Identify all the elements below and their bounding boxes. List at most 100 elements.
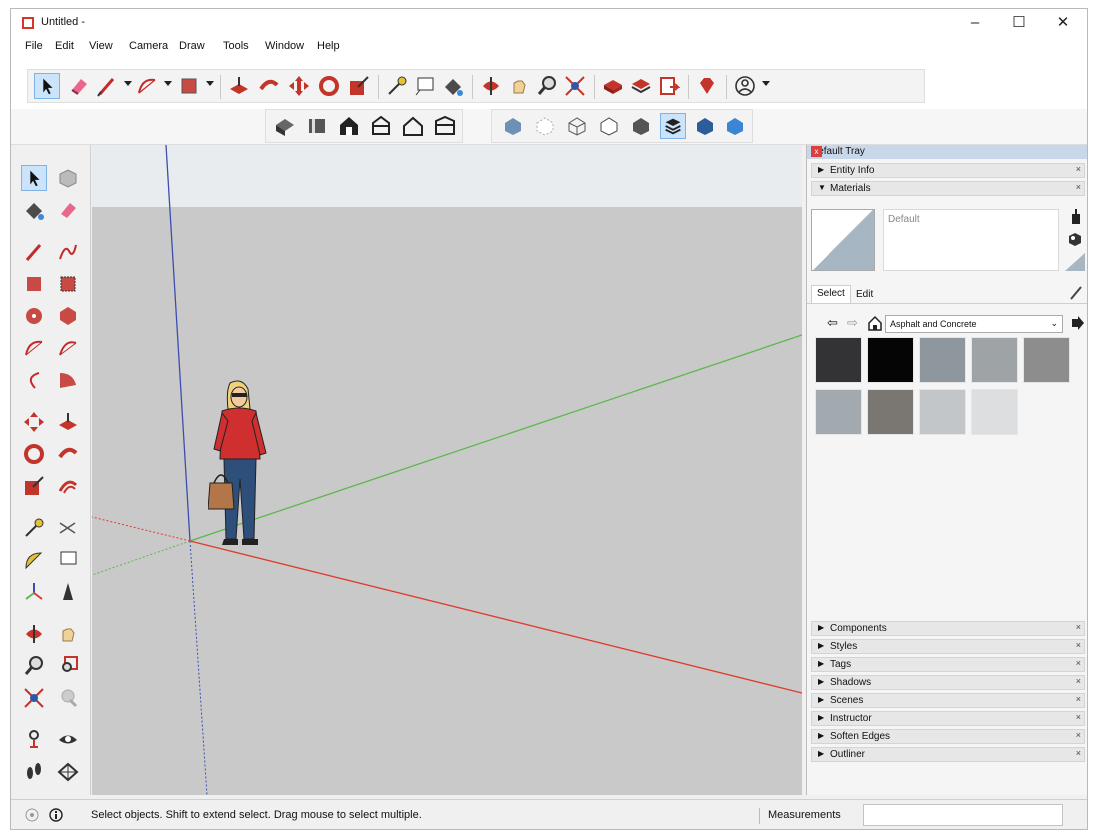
move-large-button[interactable] bbox=[21, 409, 47, 435]
follow-me-tool-button[interactable] bbox=[256, 73, 282, 99]
rectangle-dropdown-icon[interactable] bbox=[206, 81, 214, 86]
push-pull-tool-button[interactable] bbox=[226, 73, 252, 99]
hidden-line-button[interactable] bbox=[596, 113, 622, 139]
rectangle-tool-button[interactable] bbox=[176, 73, 202, 99]
iso-view-button[interactable] bbox=[272, 113, 298, 139]
material-swatch[interactable] bbox=[971, 337, 1018, 383]
rotated-rectangle-large-button[interactable] bbox=[55, 271, 81, 297]
in-model-home-icon[interactable] bbox=[867, 315, 883, 331]
polygon-large-button[interactable] bbox=[55, 303, 81, 329]
look-around-large-button[interactable] bbox=[55, 727, 81, 753]
pan-tool-button[interactable] bbox=[506, 73, 532, 99]
pan-large-button[interactable] bbox=[55, 621, 81, 647]
menu-tools[interactable]: Tools bbox=[223, 40, 249, 52]
panel-close-icon[interactable]: × bbox=[1076, 730, 1081, 740]
monochrome-button[interactable] bbox=[692, 113, 718, 139]
profile-button[interactable] bbox=[732, 73, 758, 99]
freehand-large-button[interactable] bbox=[55, 239, 81, 265]
back-arrow-icon[interactable]: ⇦ bbox=[827, 315, 838, 331]
menu-file[interactable]: File bbox=[25, 40, 43, 52]
material-swatch[interactable] bbox=[971, 389, 1018, 435]
text-large-button[interactable] bbox=[55, 547, 81, 573]
panel-close-icon[interactable]: × bbox=[1076, 712, 1081, 722]
back-edges-button[interactable] bbox=[532, 113, 558, 139]
protractor-large-button[interactable] bbox=[21, 547, 47, 573]
rotate-large-button[interactable] bbox=[21, 441, 47, 467]
profile-dropdown-icon[interactable] bbox=[762, 81, 770, 86]
make-component-button[interactable] bbox=[55, 165, 81, 191]
menu-help[interactable]: Help bbox=[317, 40, 340, 52]
material-name-field[interactable]: Default bbox=[883, 209, 1059, 271]
model-viewport[interactable] bbox=[92, 145, 802, 795]
panel-scenes[interactable]: ▶ Scenes × bbox=[811, 693, 1085, 708]
panel-instructor[interactable]: ▶ Instructor × bbox=[811, 711, 1085, 726]
tab-select[interactable]: Select bbox=[811, 285, 851, 303]
line-large-button[interactable] bbox=[21, 239, 47, 265]
create-material-icon[interactable] bbox=[1069, 209, 1083, 225]
rectangle-large-button[interactable] bbox=[21, 271, 47, 297]
panel-components[interactable]: ▶ Components × bbox=[811, 621, 1085, 636]
walk-large-button[interactable] bbox=[21, 759, 47, 785]
2-point-arc-large-button[interactable] bbox=[55, 335, 81, 361]
arc-dropdown-icon[interactable] bbox=[164, 81, 172, 86]
zoom-extents-large-button[interactable] bbox=[21, 685, 47, 711]
xray-button[interactable] bbox=[500, 113, 526, 139]
menu-edit[interactable]: Edit bbox=[55, 40, 74, 52]
zoom-extents-tool-button[interactable] bbox=[562, 73, 588, 99]
orbit-large-button[interactable] bbox=[21, 621, 47, 647]
panel-close-icon[interactable]: × bbox=[1076, 622, 1081, 632]
orbit-tool-button[interactable] bbox=[478, 73, 504, 99]
dimension-large-button[interactable] bbox=[55, 515, 81, 541]
panel-close-icon[interactable]: × bbox=[1076, 676, 1081, 686]
measurements-input[interactable] bbox=[863, 804, 1063, 826]
layout-button[interactable] bbox=[656, 73, 682, 99]
tray-close-button[interactable]: x bbox=[811, 146, 822, 157]
select-tool-button[interactable] bbox=[34, 73, 60, 99]
panel-outliner[interactable]: ▶ Outliner × bbox=[811, 747, 1085, 762]
menu-view[interactable]: View bbox=[89, 40, 113, 52]
menu-camera[interactable]: Camera bbox=[129, 40, 168, 52]
panel-shadows[interactable]: ▶ Shadows × bbox=[811, 675, 1085, 690]
color-by-tag-button[interactable] bbox=[722, 113, 748, 139]
minimize-button[interactable]: – bbox=[957, 14, 993, 34]
ruby-console-button[interactable] bbox=[694, 73, 720, 99]
back-view-button[interactable] bbox=[400, 113, 426, 139]
panel-styles[interactable]: ▶ Styles × bbox=[811, 639, 1085, 654]
previous-view-large-button[interactable] bbox=[55, 685, 81, 711]
info-icon[interactable] bbox=[49, 808, 63, 822]
scale-figure[interactable] bbox=[208, 379, 276, 549]
pie-large-button[interactable] bbox=[55, 367, 81, 393]
move-tool-button[interactable] bbox=[286, 73, 312, 99]
menu-window[interactable]: Window bbox=[265, 40, 304, 52]
follow-me-large-button[interactable] bbox=[55, 441, 81, 467]
rotate-tool-button[interactable] bbox=[316, 73, 342, 99]
geo-location-icon[interactable] bbox=[25, 808, 39, 822]
panel-close-icon[interactable]: × bbox=[1076, 748, 1081, 758]
push-pull-large-button[interactable] bbox=[55, 409, 81, 435]
menu-draw[interactable]: Draw bbox=[179, 40, 205, 52]
3-point-arc-large-button[interactable] bbox=[21, 367, 47, 393]
text-tool-button[interactable] bbox=[412, 73, 438, 99]
panel-tags[interactable]: ▶ Tags × bbox=[811, 657, 1085, 672]
material-swatch[interactable] bbox=[815, 337, 862, 383]
eraser-tool-button[interactable] bbox=[66, 73, 92, 99]
tape-measure-tool-button[interactable] bbox=[384, 73, 410, 99]
panel-close-icon[interactable]: × bbox=[1076, 640, 1081, 650]
panel-close-icon[interactable]: × bbox=[1076, 658, 1081, 668]
extension-warehouse-button[interactable] bbox=[628, 73, 654, 99]
wireframe-button[interactable] bbox=[564, 113, 590, 139]
default-material-icon[interactable] bbox=[1067, 231, 1083, 247]
library-select[interactable]: Asphalt and Concrete ⌄ bbox=[885, 315, 1063, 333]
pencil-tool-button[interactable] bbox=[94, 73, 120, 99]
panel-close-icon[interactable]: × bbox=[1076, 182, 1081, 192]
offset-large-button[interactable] bbox=[55, 473, 81, 499]
pin-icon[interactable]: ⊥ bbox=[811, 145, 1069, 156]
details-arrow-icon[interactable] bbox=[1069, 315, 1085, 331]
position-camera-large-button[interactable] bbox=[21, 727, 47, 753]
section-plane-large-button[interactable] bbox=[55, 759, 81, 785]
paint-bucket-tool-button[interactable] bbox=[440, 73, 466, 99]
material-swatch[interactable] bbox=[1023, 337, 1070, 383]
panel-soften-edges[interactable]: ▶ Soften Edges × bbox=[811, 729, 1085, 744]
scale-large-button[interactable] bbox=[21, 473, 47, 499]
tape-measure-large-button[interactable] bbox=[21, 515, 47, 541]
